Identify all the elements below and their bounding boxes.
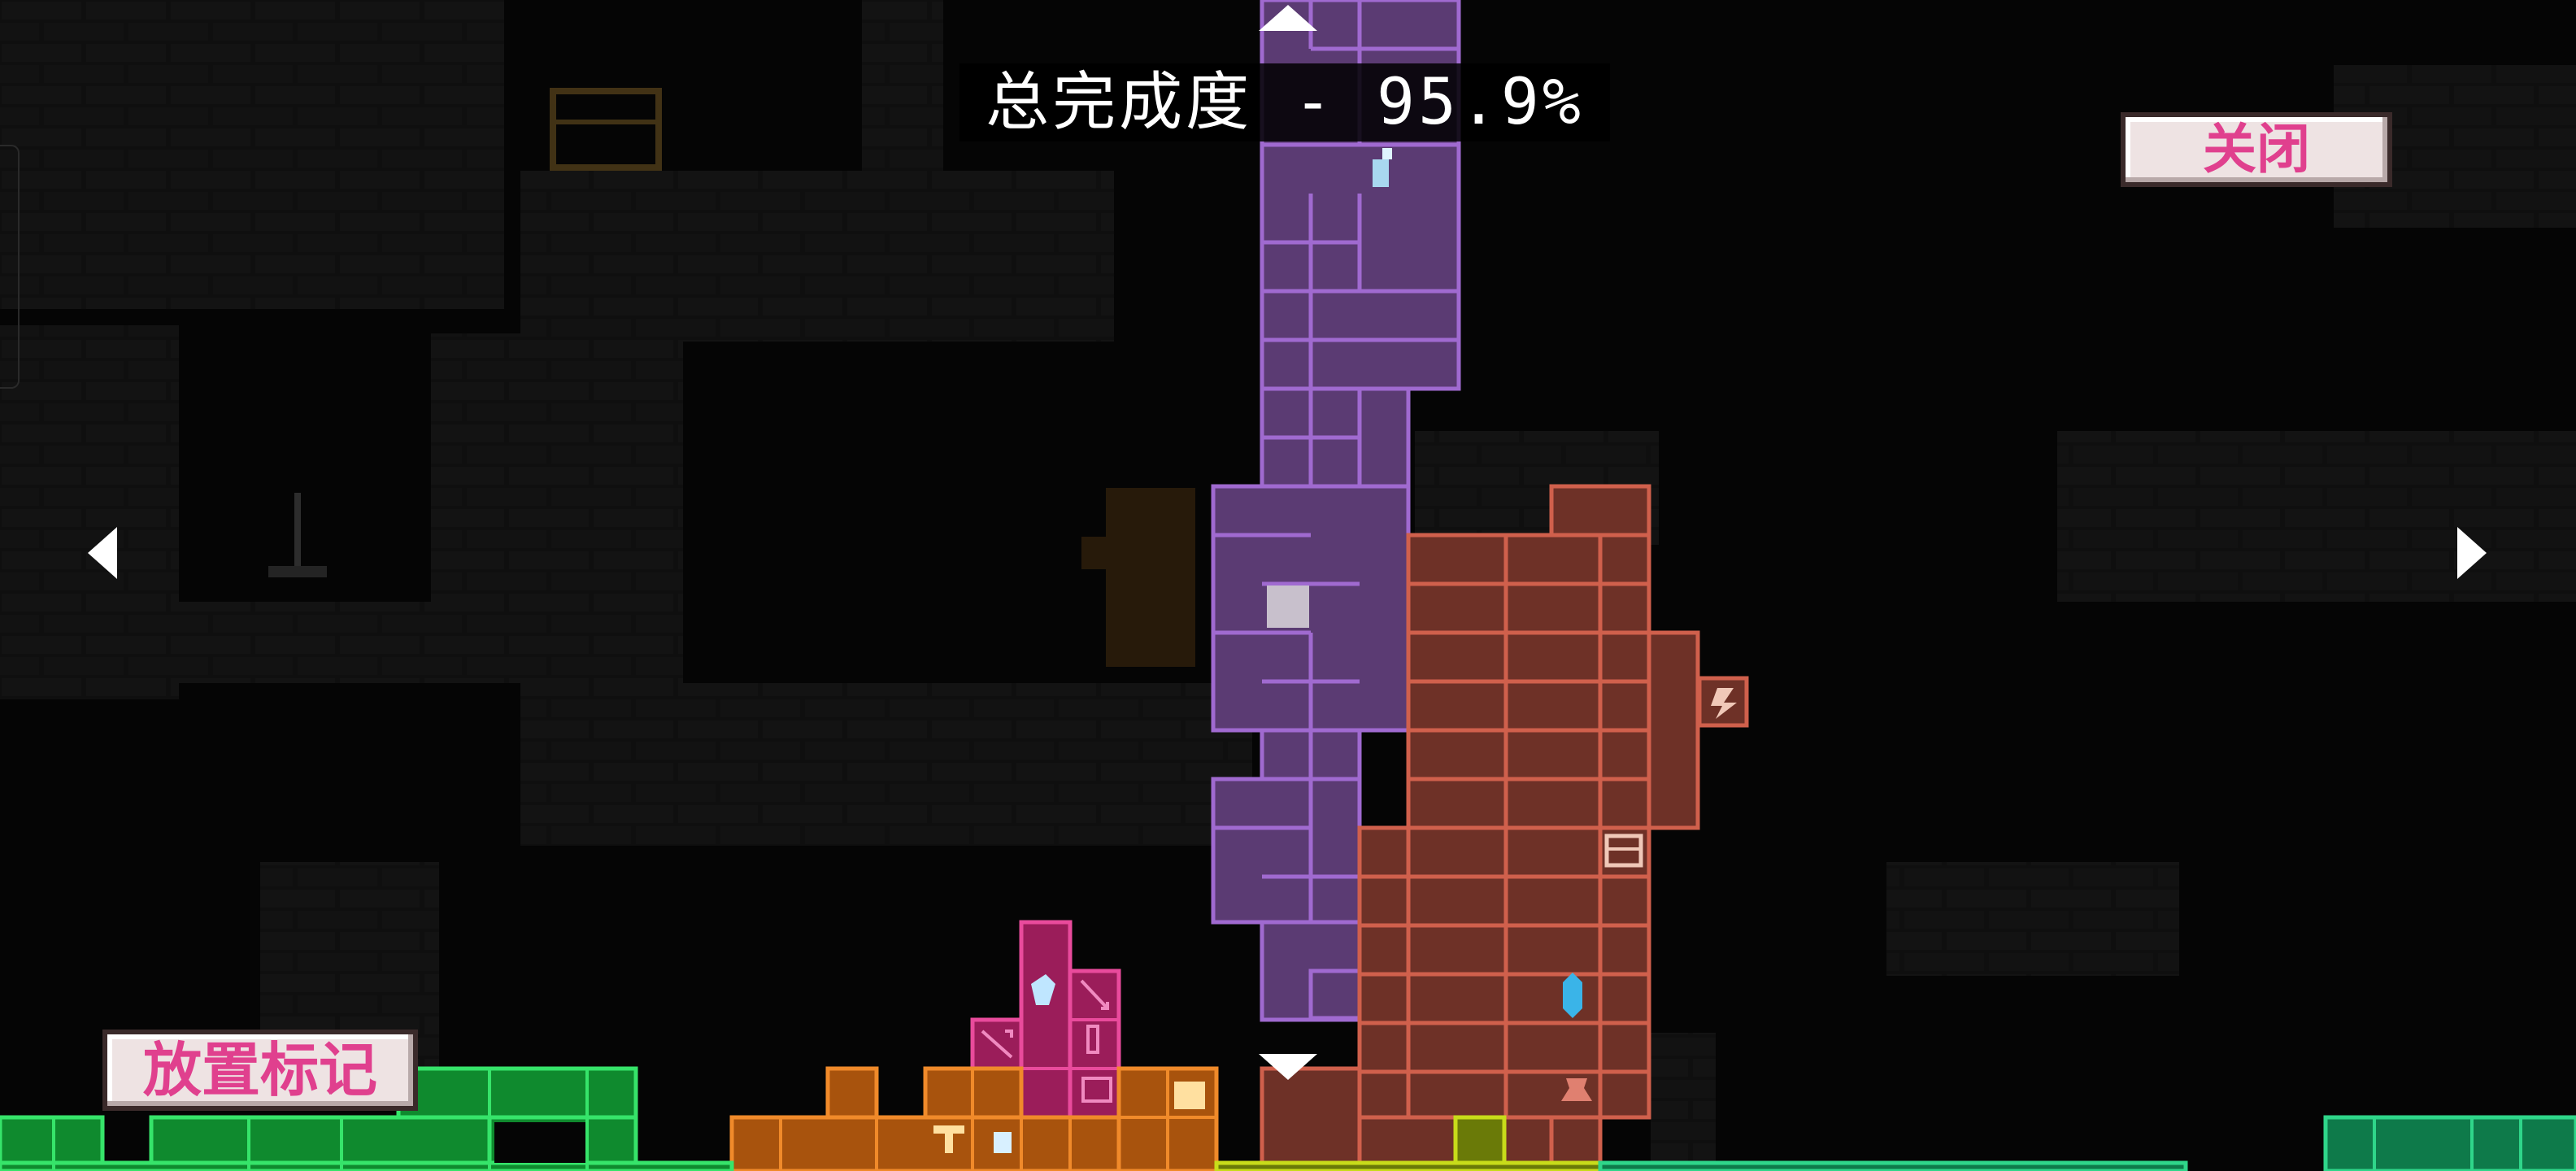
crystal-icon [1563, 973, 1582, 1018]
close-button[interactable]: 关闭 [2121, 112, 2392, 187]
current-room-marker-icon [1267, 586, 1309, 628]
arrow-left-icon[interactable] [88, 527, 117, 579]
arrow-down-icon[interactable] [1259, 1054, 1317, 1080]
side-edge-tab [0, 145, 20, 389]
completion-display: 总完成度 - 95.9% [959, 63, 1610, 141]
green-gap [494, 1122, 585, 1163]
place-marker-button[interactable]: 放置标记 [102, 1030, 418, 1111]
arrow-up-icon[interactable] [1259, 5, 1317, 31]
armor-icon [1174, 1082, 1205, 1109]
lightning-icon [1697, 676, 1749, 728]
arrow-right-icon[interactable] [2457, 527, 2487, 579]
orange-potion-icon [994, 1132, 1012, 1153]
